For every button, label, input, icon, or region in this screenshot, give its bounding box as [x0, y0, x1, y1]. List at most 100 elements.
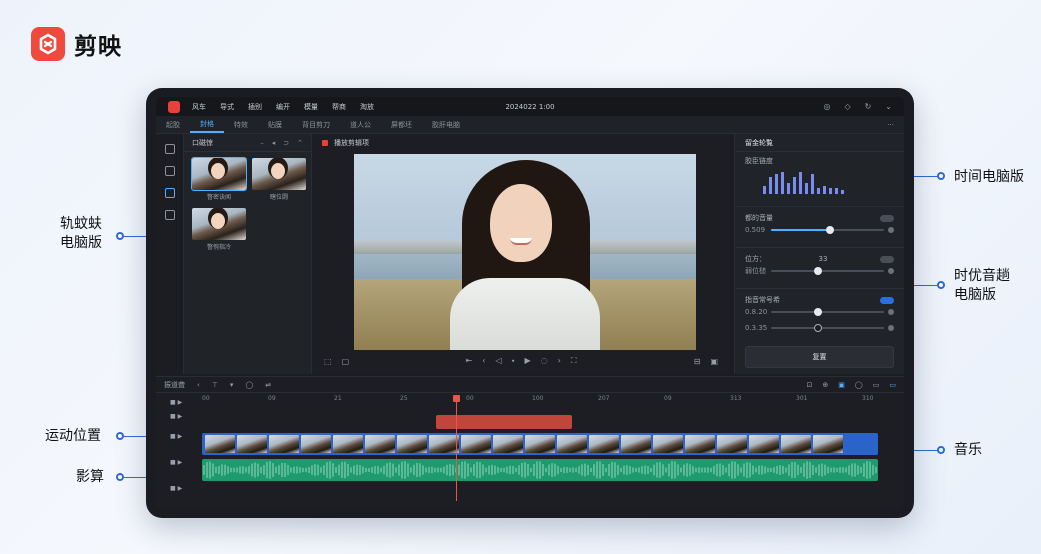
loop-icon[interactable]: ◌ — [541, 356, 548, 366]
audio-slider-2[interactable]: 0.3.35 — [745, 323, 894, 333]
prev-icon[interactable]: ‹ — [482, 356, 485, 366]
tab[interactable]: 贴膜 — [258, 116, 292, 133]
menu-item[interactable]: 模量 — [304, 102, 318, 112]
callout-dot — [116, 432, 124, 440]
video-frame — [749, 435, 779, 453]
help-icon[interactable]: ◎ — [823, 102, 830, 111]
tab[interactable]: 道人公 — [340, 116, 381, 133]
position-slider[interactable]: 弱位槌 — [745, 266, 894, 276]
menu-item[interactable]: 插别 — [248, 102, 262, 112]
tab[interactable]: 背目剪刀 — [292, 116, 340, 133]
audio-icon[interactable]: ▭ — [873, 381, 880, 389]
ruler-tick: 00 — [466, 395, 474, 402]
track-header[interactable]: ■ ▶ — [170, 485, 182, 492]
sticker-icon[interactable] — [164, 188, 175, 198]
media-thumb[interactable]: 瞥惋指冷 — [192, 208, 246, 251]
project-title: 2024022 1:00 — [505, 102, 555, 111]
video-frame — [717, 435, 747, 453]
position-section: 位方： 33 弱位槌 — [735, 250, 904, 286]
sort-icon[interactable]: ⊃ — [283, 139, 289, 147]
track-header[interactable]: ■ ▶ — [170, 459, 182, 466]
menu-item[interactable]: 淘放 — [360, 102, 374, 112]
track-header[interactable]: ■ ▶ — [170, 433, 182, 440]
tab[interactable]: 起胶 — [156, 116, 190, 133]
media-label: 瞥惋指冷 — [206, 244, 231, 251]
fit-icon[interactable]: ▭ — [889, 381, 896, 389]
minus-icon[interactable]: – — [260, 139, 264, 147]
settings-icon[interactable]: ▣ — [710, 357, 718, 366]
preview-title: 播放剪辑项 — [334, 139, 369, 147]
ruler-tick: 21 — [334, 395, 342, 402]
tab[interactable]: 屏都坯 — [381, 116, 422, 133]
fit-icon[interactable]: ▢ — [342, 357, 350, 366]
chevron-down-icon[interactable]: ⌄ — [885, 102, 892, 111]
tag-icon[interactable] — [164, 166, 175, 176]
delete-icon[interactable]: ▾ — [230, 381, 234, 389]
skip-back-icon[interactable]: ⇤ — [466, 356, 473, 366]
left-rail — [156, 134, 184, 374]
media-icon[interactable] — [164, 144, 175, 154]
media-thumb[interactable]: 瞎位闘 — [252, 158, 306, 201]
rewind-icon[interactable]: ◁ — [495, 356, 501, 366]
media-thumb[interactable]: 瞥密诀闻 — [191, 157, 247, 201]
magnet-icon[interactable]: ⊕ — [822, 381, 828, 389]
volume-slider[interactable]: 0.509 — [745, 225, 894, 235]
video-frame — [493, 435, 523, 453]
preview-panel: 播放剪辑项 ⬚ ▢ ⇤ ‹ ◁ ⬩ ▶ ◌ › ⛶ ⊟ ▣ — [312, 134, 730, 374]
video-clip[interactable] — [202, 433, 878, 455]
thumbnail-image — [252, 158, 306, 190]
more-icon[interactable]: ⌃ — [297, 139, 303, 147]
volume-toggle[interactable] — [880, 214, 894, 222]
slider-knob[interactable] — [825, 226, 834, 234]
more-icon[interactable]: ··· — [887, 121, 894, 129]
save-button[interactable]: 复置 — [745, 346, 894, 368]
menu-item[interactable]: 编开 — [276, 102, 290, 112]
audio-slider-1[interactable]: 0.8.20 — [745, 307, 894, 317]
spectrum-bar — [829, 188, 832, 194]
split-icon[interactable]: ⊤ — [212, 381, 218, 389]
tab-active[interactable]: 封格 — [190, 116, 224, 133]
link-icon[interactable]: ▣ — [838, 381, 845, 389]
menu-item[interactable]: 风车 — [192, 102, 206, 112]
refresh-icon[interactable]: ↻ — [865, 102, 872, 111]
zoom-icon[interactable]: ⊡ — [807, 381, 813, 389]
feature-tabs: 起胶 封格 特效 贴膜 背目剪刀 道人公 屏都坯 胶肝电脑 ··· — [156, 116, 904, 134]
slider-knob[interactable] — [814, 324, 823, 332]
track-header[interactable]: ■ ▶ — [170, 413, 182, 420]
tab[interactable]: 特效 — [224, 116, 258, 133]
undo-icon[interactable]: ‹ — [197, 381, 200, 389]
video-frame — [557, 435, 587, 453]
tab[interactable]: 胶肝电脑 — [422, 116, 470, 133]
callout-right-mid-line-2: 电脑版 — [954, 287, 996, 303]
audio-toggle[interactable] — [880, 296, 894, 304]
track-header[interactable]: ■ ▶ — [170, 399, 182, 406]
play-icon[interactable]: ▶ — [525, 356, 531, 366]
menu-item[interactable]: 帮商 — [332, 102, 346, 112]
playhead[interactable] — [453, 395, 461, 501]
user-icon[interactable]: ◇ — [844, 102, 850, 111]
crop-icon[interactable]: ⬚ — [324, 357, 332, 366]
text-icon[interactable] — [164, 210, 175, 220]
video-frame — [589, 435, 619, 453]
audio-clip[interactable] — [202, 459, 878, 481]
slider-knob[interactable] — [814, 267, 823, 275]
video-frame — [237, 435, 267, 453]
slider-knob[interactable] — [814, 308, 823, 316]
ratio-icon[interactable]: ⇌ — [265, 381, 271, 389]
brand-name: 剪映 — [74, 34, 122, 60]
fullscreen-icon[interactable]: ⛶ — [571, 356, 577, 366]
ruler-tick: 09 — [268, 395, 276, 402]
next-icon[interactable]: › — [558, 356, 561, 366]
position-toggle[interactable] — [879, 255, 894, 263]
spectrum-bar — [775, 174, 778, 194]
preview-icon[interactable]: ◯ — [855, 381, 863, 389]
spectrum-bar — [769, 177, 772, 194]
preview-frame[interactable] — [354, 154, 696, 350]
freeze-icon[interactable]: ◯ — [245, 381, 253, 389]
menu-item[interactable]: 导式 — [220, 102, 234, 112]
ratio-icon[interactable]: ⊟ — [694, 357, 701, 366]
marker-icon[interactable]: ⬩ — [512, 356, 515, 366]
grid-icon[interactable]: ◂ — [272, 139, 276, 147]
spectrum-bar — [793, 177, 796, 194]
video-frame — [813, 435, 843, 453]
